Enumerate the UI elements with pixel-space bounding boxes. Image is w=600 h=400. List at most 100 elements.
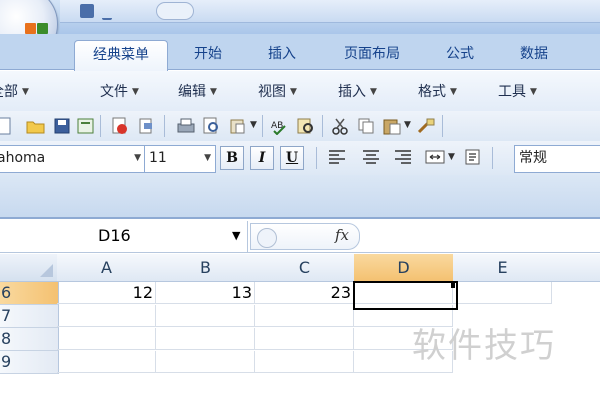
function-area: fx [250,223,360,250]
save-icon[interactable] [80,4,94,18]
paste-special-icon[interactable] [228,116,248,136]
menu-format-label: 格式 [418,84,446,100]
customize-qat-icon[interactable] [156,2,194,20]
toolbar-separator [322,115,323,137]
chevron-down-icon: ▼ [530,87,537,97]
wrap-text-icon[interactable] [462,146,484,168]
new-icon[interactable] [0,116,14,136]
column-header-e[interactable]: E [453,254,553,282]
undo-icon[interactable] [102,4,112,20]
save-icon[interactable] [52,116,72,136]
fill-handle[interactable] [451,282,455,288]
open-icon[interactable] [26,116,46,136]
column-header-c[interactable]: C [255,254,355,282]
toolbar-separator [442,115,443,137]
cell-a9[interactable] [57,351,156,373]
cell-b9[interactable] [156,351,255,373]
format-painter-icon[interactable] [416,116,436,136]
chevron-down-icon: ▼ [450,87,457,97]
menu-view[interactable]: 视图 ▼ [258,81,297,101]
paste-icon[interactable] [382,116,402,136]
cut-icon[interactable] [330,116,350,136]
align-right-icon[interactable] [392,146,414,168]
menu-all-label: 全部 [0,84,18,100]
cell-c6[interactable]: 23 [255,282,354,304]
cell-c8[interactable] [255,328,354,350]
menu-tools-label: 工具 [498,84,526,100]
column-header-b[interactable]: B [156,254,256,282]
print-icon[interactable] [176,116,196,136]
italic-button[interactable]: I [250,146,274,170]
bold-button[interactable]: B [220,146,244,170]
toolbar-separator [262,115,263,137]
row-header-6[interactable]: 6 [0,282,59,305]
cell-c7[interactable] [255,305,354,327]
name-box-value: D16 [98,226,131,245]
font-size-combo[interactable]: 11 ▼ [144,145,216,173]
chevron-down-icon: ▼ [134,153,141,163]
menu-tools[interactable]: 工具 ▼ [498,81,537,101]
save-as-icon[interactable] [76,116,96,136]
tab-formulas[interactable]: 公式 [430,40,490,70]
toolbar-separator [492,147,493,169]
column-header-f[interactable] [552,254,600,282]
row-header-7[interactable]: 7 [0,305,59,328]
menu-all[interactable]: 全部 ▼ [0,81,29,101]
cell-b7[interactable] [156,305,255,327]
print-pdf-icon[interactable] [110,116,130,136]
menu-insert[interactable]: 插入 ▼ [338,81,377,101]
column-header-d[interactable]: D [354,254,454,282]
tab-page-layout[interactable]: 页面布局 [330,40,414,70]
select-all-corner[interactable] [0,254,58,282]
quick-access-toolbar [70,2,210,22]
chevron-down-icon: ▼ [22,87,29,97]
chevron-down-icon: ▼ [132,87,139,97]
tab-data[interactable]: 数据 [504,40,564,70]
menu-format[interactable]: 格式 ▼ [418,81,457,101]
chevron-down-icon[interactable]: ▼ [448,152,455,162]
chevron-down-icon: ▼ [204,153,211,163]
formula-bar: D16 ▼ fx [0,221,600,253]
column-header-a[interactable]: A [57,254,157,282]
underline-button[interactable]: U [280,146,304,170]
font-name-combo[interactable]: ahoma ▼ [0,145,146,173]
tab-classic-menu[interactable]: 经典菜单 [74,40,168,71]
align-left-icon[interactable] [326,146,348,168]
cell-a6[interactable]: 12 [57,282,156,304]
cell-b6[interactable]: 13 [156,282,255,304]
menu-insert-label: 插入 [338,84,366,100]
cell-c9[interactable] [255,351,354,373]
chevron-down-icon[interactable]: ▼ [232,221,240,251]
cell-a7[interactable] [57,305,156,327]
export-icon[interactable] [136,116,156,136]
copy-icon[interactable] [356,116,376,136]
merge-center-icon[interactable] [424,146,446,168]
cell-a8[interactable] [57,328,156,350]
toolbar-separator [100,115,101,137]
align-center-icon[interactable] [360,146,382,168]
classic-menu-bar: 全部 ▼ 文件 ▼ 编辑 ▼ 视图 ▼ 插入 ▼ 格式 ▼ 工具 ▼ [0,71,600,111]
formula-input[interactable] [362,223,600,250]
chevron-down-icon[interactable]: ▼ [404,120,411,130]
row-header-9[interactable]: 9 [0,351,59,374]
tab-home[interactable]: 开始 [178,40,238,70]
name-box[interactable]: D16 ▼ [0,221,248,252]
number-format-combo[interactable]: 常规 [514,145,600,173]
menu-file[interactable]: 文件 ▼ [100,81,139,101]
formula-bar-expand-icon[interactable] [257,228,277,248]
cell-b8[interactable] [156,328,255,350]
insert-function-button[interactable]: fx [335,226,349,244]
toolbar-separator [164,115,165,137]
chevron-down-icon[interactable]: ▼ [250,120,257,130]
row-header-8[interactable]: 8 [0,328,59,351]
menu-edit[interactable]: 编辑 ▼ [178,81,217,101]
format-toolbar: ahoma ▼ 11 ▼ B I U ▼ 常规 [0,141,600,175]
print-preview-icon[interactable] [202,116,222,136]
spellcheck-icon[interactable]: AB [270,116,290,136]
research-icon[interactable] [296,116,316,136]
tab-insert[interactable]: 插入 [252,40,312,70]
font-name-value: ahoma [0,150,46,166]
select-all-icon [40,264,53,277]
watermark: 软件技巧 [412,326,556,366]
cell-e6[interactable] [453,282,552,304]
